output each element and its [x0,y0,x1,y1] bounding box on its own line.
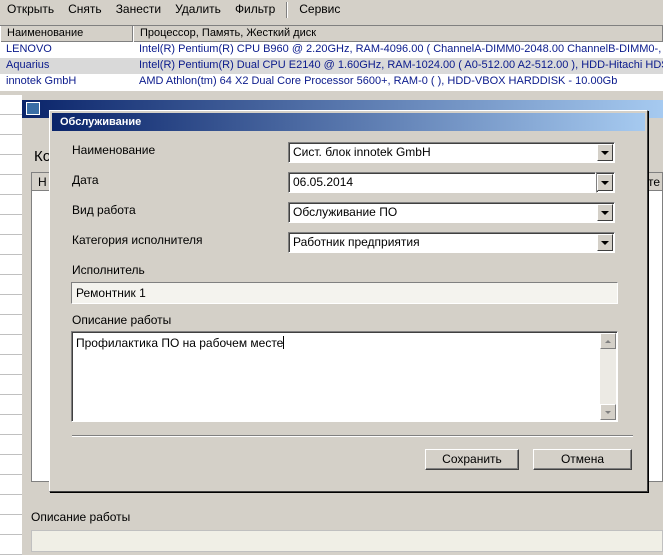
description-value: Профилактика ПО на рабочем месте [76,336,285,350]
save-button[interactable]: Сохранить [425,449,519,470]
text-caret [283,336,285,349]
category-label: Категория исполнителя [72,233,203,247]
menu-filter[interactable]: Фильтр [228,0,282,20]
row-specs: Intel(R) Pentium(R) Dual CPU E2140 @ 1.6… [139,59,663,71]
executor-label: Исполнитель [72,263,145,277]
date-label: Дата [72,173,99,187]
grid-header: Наименование Процессор, Память, Жесткий … [0,26,663,42]
row-specs: AMD Athlon(tm) 64 X2 Dual Core Processor… [139,75,618,87]
background-grid-lines [0,95,22,555]
menu-open[interactable]: Открыть [0,0,61,20]
date-picker-button[interactable] [596,172,615,193]
name-combo[interactable]: Сист. блок innotek GmbH [288,142,615,163]
menu-service[interactable]: Сервис [292,0,347,20]
table-row[interactable]: innotek GmbH AMD Athlon(tm) 64 X2 Dual C… [0,74,663,90]
chevron-down-icon[interactable] [597,204,613,221]
name-label: Наименование [72,143,156,157]
name-value: Сист. блок innotek GmbH [293,145,431,159]
menu-add[interactable]: Занести [109,0,168,20]
grid-header-specs[interactable]: Процессор, Память, Жесткий диск [133,26,663,42]
background-description-box[interactable] [31,530,663,552]
description-scrollbar[interactable] [600,333,616,420]
service-dialog: Обслуживание Наименование Сист. блок inn… [49,110,648,492]
executor-field[interactable]: Ремонтник 1 [71,282,618,304]
work-type-combo[interactable]: Обслуживание ПО [288,202,615,223]
category-value: Работник предприятия [293,235,420,249]
executor-value: Ремонтник 1 [76,286,146,300]
table-row[interactable]: Aquarius Intel(R) Pentium(R) Dual CPU E2… [0,58,663,74]
row-specs: Intel(R) Pentium(R) CPU B960 @ 2.20GHz, … [139,43,663,55]
description-label: Описание работы [72,313,172,327]
main-toolbar: Открыть Снять Занести Удалить Фильтр Сер… [0,0,663,20]
cancel-button[interactable]: Отмена [533,449,632,470]
background-description-label: Описание работы [31,510,131,524]
dialog-title: Обслуживание [52,113,645,131]
chevron-down-icon[interactable] [597,234,613,251]
menu-delete[interactable]: Удалить [168,0,228,20]
window-icon [26,102,40,115]
grid-header-name[interactable]: Наименование [0,26,133,42]
scroll-up-icon[interactable] [600,333,616,349]
description-memo[interactable]: Профилактика ПО на рабочем месте [71,331,618,422]
chevron-down-icon[interactable] [597,144,613,161]
menu-separator [286,2,289,18]
date-value: 06.05.2014 [293,175,354,189]
work-type-value: Обслуживание ПО [293,205,398,219]
computers-grid[interactable]: Наименование Процессор, Память, Жесткий … [0,25,663,91]
background-grid-col: Н [38,175,47,189]
dialog-divider [72,435,633,437]
row-name: innotek GmbH [6,75,77,87]
date-field[interactable]: 06.05.2014 [288,172,596,193]
scroll-down-icon[interactable] [600,404,616,420]
chevron-down-icon[interactable] [597,174,613,191]
category-combo[interactable]: Работник предприятия [288,232,615,253]
row-name: Aquarius [6,59,50,71]
menu-remove[interactable]: Снять [61,0,109,20]
work-type-label: Вид работа [72,203,136,217]
row-name: LENOVO [6,43,52,55]
table-row[interactable]: LENOVO Intel(R) Pentium(R) CPU B960 @ 2.… [0,42,663,58]
